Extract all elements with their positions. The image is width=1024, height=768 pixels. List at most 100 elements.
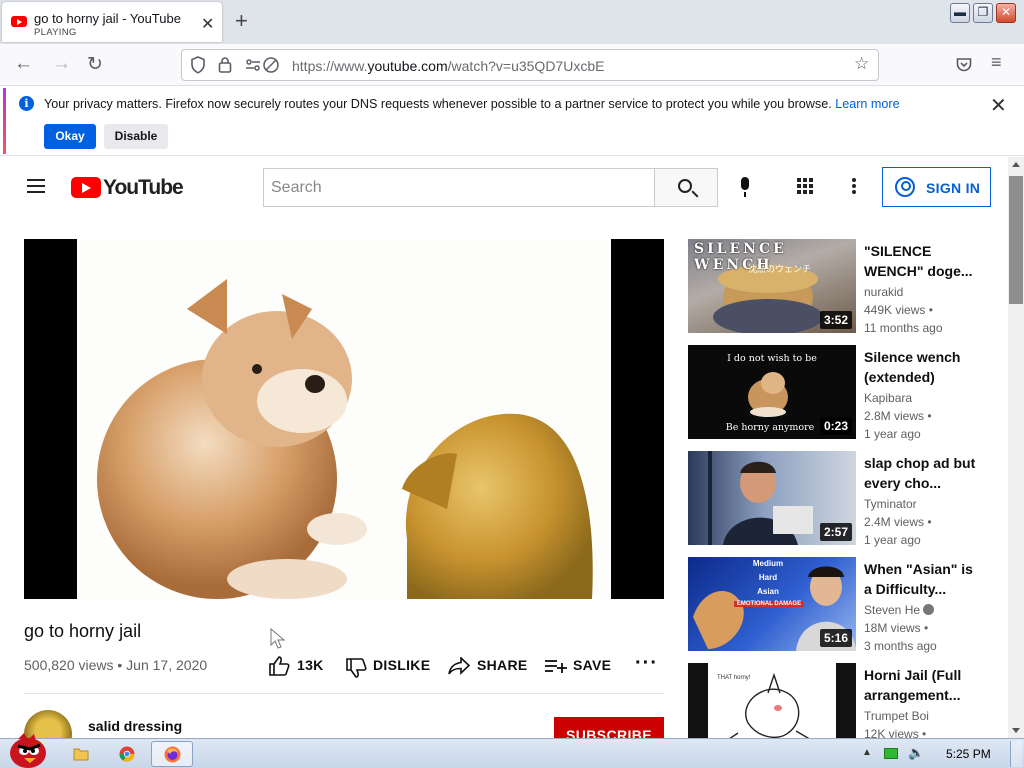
show-desktop-button[interactable] — [1010, 741, 1022, 767]
difficulty-level-hard: Hard — [758, 573, 778, 582]
taskbar-chrome-button[interactable] — [106, 741, 148, 767]
apps-grid-icon[interactable] — [797, 178, 814, 195]
navigation-toolbar: ← → ↻ https://www.youtube.com/watch?v=u3… — [0, 44, 1024, 86]
lock-icon[interactable] — [218, 56, 232, 73]
recommendation-channel[interactable]: Tyminator — [864, 497, 917, 511]
close-tab-icon[interactable]: ✕ — [201, 14, 214, 34]
difficulty-level-asian: Asian — [757, 587, 779, 596]
like-thumb-icon[interactable] — [268, 656, 290, 676]
start-button-bird-icon[interactable] — [4, 731, 50, 768]
tracking-protection-shield-icon[interactable] — [190, 56, 206, 74]
scroll-up-arrow-icon[interactable] — [1012, 162, 1020, 167]
recommendation-item[interactable]: 沈黙のウェンチ SILENCE WENCH 3:52 "SILENCE WENC… — [688, 239, 988, 335]
more-actions-icon[interactable]: ··· — [635, 652, 658, 675]
scrollbar-thumb[interactable] — [1009, 176, 1023, 304]
recommendation-views: 12K views • — [864, 727, 927, 738]
like-count[interactable]: 13K — [297, 657, 324, 673]
video-thumbnail[interactable]: I do not wish to be Be horny anymore 0:2… — [688, 345, 856, 439]
video-thumbnail[interactable]: Medium Hard Asian EMOTIONAL DAMAGE 5:16 — [688, 557, 856, 651]
video-title: go to horny jail — [24, 621, 142, 641]
back-button[interactable]: ← — [14, 53, 33, 75]
permissions-autoplay-blocked-icon[interactable] — [245, 56, 281, 74]
battery-icon[interactable] — [884, 748, 898, 759]
recommendation-title[interactable]: "SILENCE WENCH" doge... — [864, 241, 984, 281]
taskbar-clock[interactable]: 5:25 PM — [946, 747, 991, 761]
recommendation-item[interactable]: I do not wish to be Be horny anymore 0:2… — [688, 345, 988, 441]
recommendation-title[interactable]: When "Asian" is a Difficulty... — [864, 559, 984, 599]
scroll-down-arrow-icon[interactable] — [1012, 728, 1020, 733]
okay-button[interactable]: Okay — [44, 124, 96, 149]
search-input[interactable]: Search — [263, 168, 655, 207]
video-thumbnail[interactable]: 2:57 — [688, 451, 856, 545]
recommendation-channel[interactable]: Trumpet Boi — [864, 709, 929, 723]
guide-menu-icon[interactable] — [27, 179, 45, 193]
recommendation-views: 18M views • — [864, 621, 929, 635]
mouse-cursor-icon — [270, 628, 286, 649]
video-thumbnail[interactable]: THAT horny! — [688, 663, 856, 738]
learn-more-link[interactable]: Learn more — [835, 97, 899, 111]
youtube-favicon-icon — [11, 16, 27, 27]
recommendation-channel[interactable]: nurakid — [864, 285, 903, 299]
info-icon: i — [19, 96, 34, 111]
show-hidden-icons-arrow[interactable]: ▲ — [862, 747, 872, 758]
taskbar-firefox-button[interactable] — [151, 741, 193, 767]
sign-in-label: SIGN IN — [926, 180, 981, 196]
dislike-thumb-icon[interactable] — [345, 658, 367, 678]
bookmark-star-icon[interactable]: ☆ — [854, 54, 869, 74]
recommendation-channel[interactable]: Kapibara — [864, 391, 912, 405]
video-player[interactable] — [24, 239, 664, 599]
recommendation-channel[interactable]: Steven He — [864, 603, 935, 617]
recommendation-title[interactable]: slap chop ad but every cho... — [864, 453, 984, 493]
recommendation-age: 1 year ago — [864, 427, 921, 441]
firefox-icon — [164, 746, 181, 763]
minimize-window-button[interactable]: ▬ — [950, 3, 970, 23]
video-duration: 5:16 — [819, 629, 852, 647]
dns-notification-bar: i Your privacy matters. Firefox now secu… — [0, 86, 1024, 156]
voice-search-mic-icon[interactable] — [739, 177, 751, 197]
recommendation-item[interactable]: THAT horny! Horni Jail (Full arrangement… — [688, 663, 988, 738]
small-doge-thumbnail-art — [748, 372, 788, 417]
volume-speaker-icon[interactable]: 🔈 — [908, 745, 924, 761]
browser-tab[interactable]: go to horny jail - YouTube PLAYING ✕ — [2, 2, 222, 42]
save-label[interactable]: SAVE — [573, 657, 611, 673]
video-duration: 2:57 — [819, 523, 852, 541]
taskbar-file-explorer-button[interactable] — [60, 741, 102, 767]
os-taskbar: ▲ 🔈 5:25 PM — [0, 733, 1024, 768]
verified-badge-icon — [923, 604, 935, 615]
address-bar[interactable]: https://www.youtube.com/watch?v=u35QD7Ux… — [181, 49, 879, 81]
recommendation-age: 3 months ago — [864, 639, 937, 653]
sign-in-button[interactable]: SIGN IN — [882, 167, 991, 207]
pocket-icon[interactable] — [956, 57, 972, 72]
video-frame — [77, 239, 611, 599]
tab-strip: go to horny jail - YouTube PLAYING ✕ + ▬… — [0, 0, 1024, 44]
thumbnail-top-caption: I do not wish to be — [727, 353, 817, 364]
forward-button[interactable]: → — [52, 53, 71, 75]
disable-button[interactable]: Disable — [104, 124, 168, 149]
cartoon-dog-sketch-art — [729, 672, 810, 738]
video-thumbnail[interactable]: 沈黙のウェンチ SILENCE WENCH 3:52 — [688, 239, 856, 333]
restore-window-button[interactable]: ❐ — [973, 3, 993, 23]
channel-name[interactable]: salid dressing — [88, 718, 182, 734]
search-placeholder: Search — [271, 179, 322, 196]
recommendation-views: 2.8M views • — [864, 409, 932, 423]
dislike-label[interactable]: DISLIKE — [373, 657, 430, 673]
reload-button[interactable]: ↻ — [87, 53, 103, 76]
subscribe-button[interactable]: SUBSCRIBE — [554, 717, 664, 738]
recommendation-item[interactable]: 2:57 slap chop ad but every cho... Tymin… — [688, 451, 988, 547]
cheems-dogs-video-image — [97, 279, 593, 599]
close-notification-icon[interactable]: ✕ — [990, 93, 1007, 118]
application-menu-icon[interactable]: ≡ — [991, 52, 1002, 73]
recommendation-title[interactable]: Silence wench (extended) — [864, 347, 984, 387]
search-button[interactable] — [654, 168, 718, 207]
new-tab-button[interactable]: + — [235, 8, 248, 34]
recommendation-item[interactable]: Medium Hard Asian EMOTIONAL DAMAGE 5:16 … — [688, 557, 988, 653]
settings-more-icon[interactable] — [852, 178, 856, 195]
close-window-button[interactable]: ✕ — [996, 3, 1016, 23]
recommendation-title[interactable]: Horni Jail (Full arrangement... — [864, 665, 984, 705]
save-playlist-add-icon[interactable] — [545, 659, 567, 673]
video-duration: 3:52 — [819, 311, 852, 329]
vertical-scrollbar[interactable] — [1008, 157, 1024, 738]
video-duration: 0:23 — [819, 417, 852, 435]
share-arrow-icon[interactable] — [448, 657, 470, 675]
share-label[interactable]: SHARE — [477, 657, 528, 673]
